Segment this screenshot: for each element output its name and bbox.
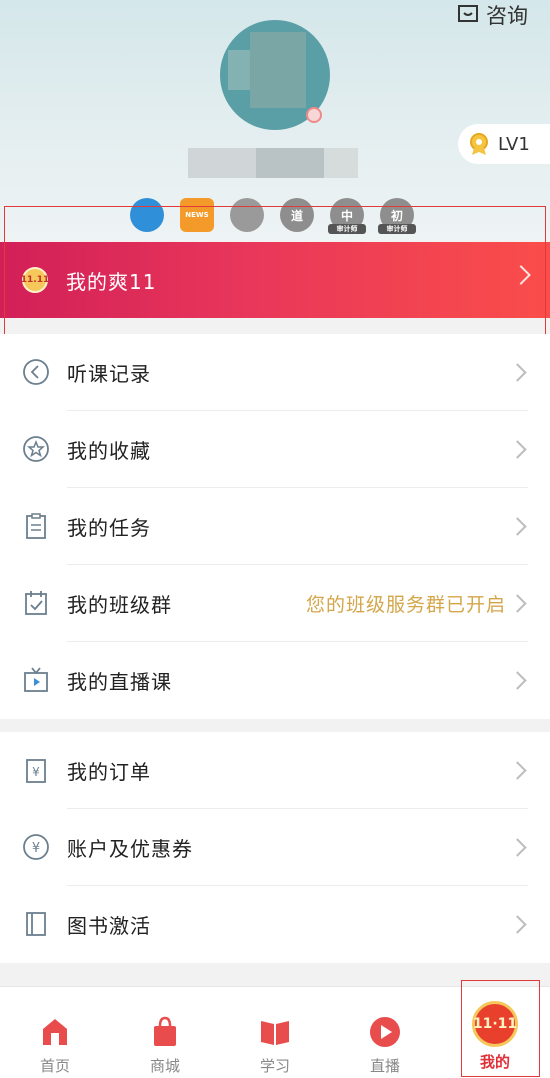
promo-label: 我的爽11 xyxy=(66,269,157,294)
profile-badge-icon[interactable] xyxy=(130,198,164,232)
menu-label: 账户及优惠券 xyxy=(67,837,193,861)
menu-label: 我的订单 xyxy=(67,760,151,784)
star-icon xyxy=(23,436,49,462)
double11-icon: 11.11 xyxy=(21,267,49,293)
calendar-check-icon xyxy=(25,591,47,615)
chevron-right-icon xyxy=(508,761,527,780)
username-blurred xyxy=(188,148,358,178)
avatar-status-dot xyxy=(306,107,322,123)
chevron-right-icon xyxy=(508,363,527,382)
menu-label: 我的班级群 xyxy=(67,593,172,617)
order-icon: ¥ xyxy=(26,759,46,783)
history-icon xyxy=(23,359,49,385)
home-icon xyxy=(43,1019,67,1045)
yuan-icon: ¥ xyxy=(23,834,49,860)
tv-play-icon xyxy=(24,667,48,692)
menu-label: 我的收藏 xyxy=(67,439,151,463)
menu-label: 我的直播课 xyxy=(67,670,172,694)
chevron-right-icon xyxy=(508,594,527,613)
class-group-status: 您的班级服务群已开启 xyxy=(305,594,506,616)
open-book-icon xyxy=(261,1021,289,1045)
dao-badge-icon[interactable]: 道 xyxy=(280,198,314,232)
chevron-right-icon xyxy=(508,440,527,459)
menu-label: 图书激活 xyxy=(67,914,151,938)
book-icon xyxy=(26,912,46,936)
badge-row: NEWS 道 中审计师 初审计师 xyxy=(130,198,430,234)
consult-label: 咨询 xyxy=(486,4,528,28)
tab-label: 我的 xyxy=(479,1053,510,1071)
medal-icon xyxy=(470,133,488,155)
tab-label: 首页 xyxy=(39,1057,70,1075)
level-label: LV1 xyxy=(498,133,530,155)
menu-label: 我的任务 xyxy=(67,516,151,540)
chu-auditor-badge-icon[interactable]: 初审计师 xyxy=(378,198,416,234)
chevron-right-icon xyxy=(508,915,527,934)
flower-badge-icon[interactable] xyxy=(230,198,264,232)
menu-item-listening-history[interactable]: 听课记录 xyxy=(0,334,550,411)
tab-study[interactable]: 学习 xyxy=(220,987,330,1078)
double11-icon: 11·11 xyxy=(472,1001,518,1047)
chevron-right-icon xyxy=(508,517,527,536)
menu-item-book-activation[interactable]: 图书激活 xyxy=(0,886,550,963)
shop-bag-icon xyxy=(154,1016,176,1046)
tab-shop[interactable]: 商城 xyxy=(110,987,220,1078)
play-circle-icon xyxy=(370,1017,400,1047)
tab-live[interactable]: 直播 xyxy=(330,987,440,1078)
double11-promo-banner[interactable]: 11.11 我的爽11 xyxy=(0,242,550,318)
tab-me[interactable]: 11·11 我的 xyxy=(440,987,550,1078)
menu-item-tasks[interactable]: 我的任务 xyxy=(0,488,550,565)
zhong-auditor-badge-icon[interactable]: 中审计师 xyxy=(328,198,366,234)
menu-item-account-coupons[interactable]: ¥ 账户及优惠券 xyxy=(0,809,550,886)
clipboard-icon xyxy=(26,513,46,539)
menu-label: 听课记录 xyxy=(67,362,151,386)
tab-label: 商城 xyxy=(149,1057,180,1075)
menu-section-learning: 听课记录 我的收藏 我的任务 我的班级群 您的班级服务群已开启 我的直播课 xyxy=(0,334,550,719)
svg-text:¥: ¥ xyxy=(32,841,40,856)
tab-label: 学习 xyxy=(259,1057,290,1075)
chevron-right-icon xyxy=(508,838,527,857)
menu-item-favorites[interactable]: 我的收藏 xyxy=(0,411,550,488)
news-badge-icon[interactable]: NEWS xyxy=(180,198,214,232)
chat-icon xyxy=(458,5,478,22)
menu-item-orders[interactable]: ¥ 我的订单 xyxy=(0,732,550,809)
menu-section-account: ¥ 我的订单 ¥ 账户及优惠券 图书激活 xyxy=(0,732,550,963)
profile-header: 咨询 LV1 NEWS 道 中审计师 初审计师 xyxy=(0,0,550,240)
menu-item-live-courses[interactable]: 我的直播课 xyxy=(0,642,550,719)
svg-text:¥: ¥ xyxy=(32,765,40,779)
bottom-tab-bar: 首页 商城 学习 直播 11·11 我的 xyxy=(0,986,550,1078)
consult-button[interactable]: 咨询 xyxy=(456,0,528,30)
tab-home[interactable]: 首页 xyxy=(0,987,110,1078)
tab-label: 直播 xyxy=(369,1057,400,1075)
chevron-right-icon xyxy=(511,265,531,285)
chevron-right-icon xyxy=(508,671,527,690)
level-badge[interactable]: LV1 xyxy=(458,124,550,164)
menu-item-class-group[interactable]: 我的班级群 您的班级服务群已开启 xyxy=(0,565,550,642)
